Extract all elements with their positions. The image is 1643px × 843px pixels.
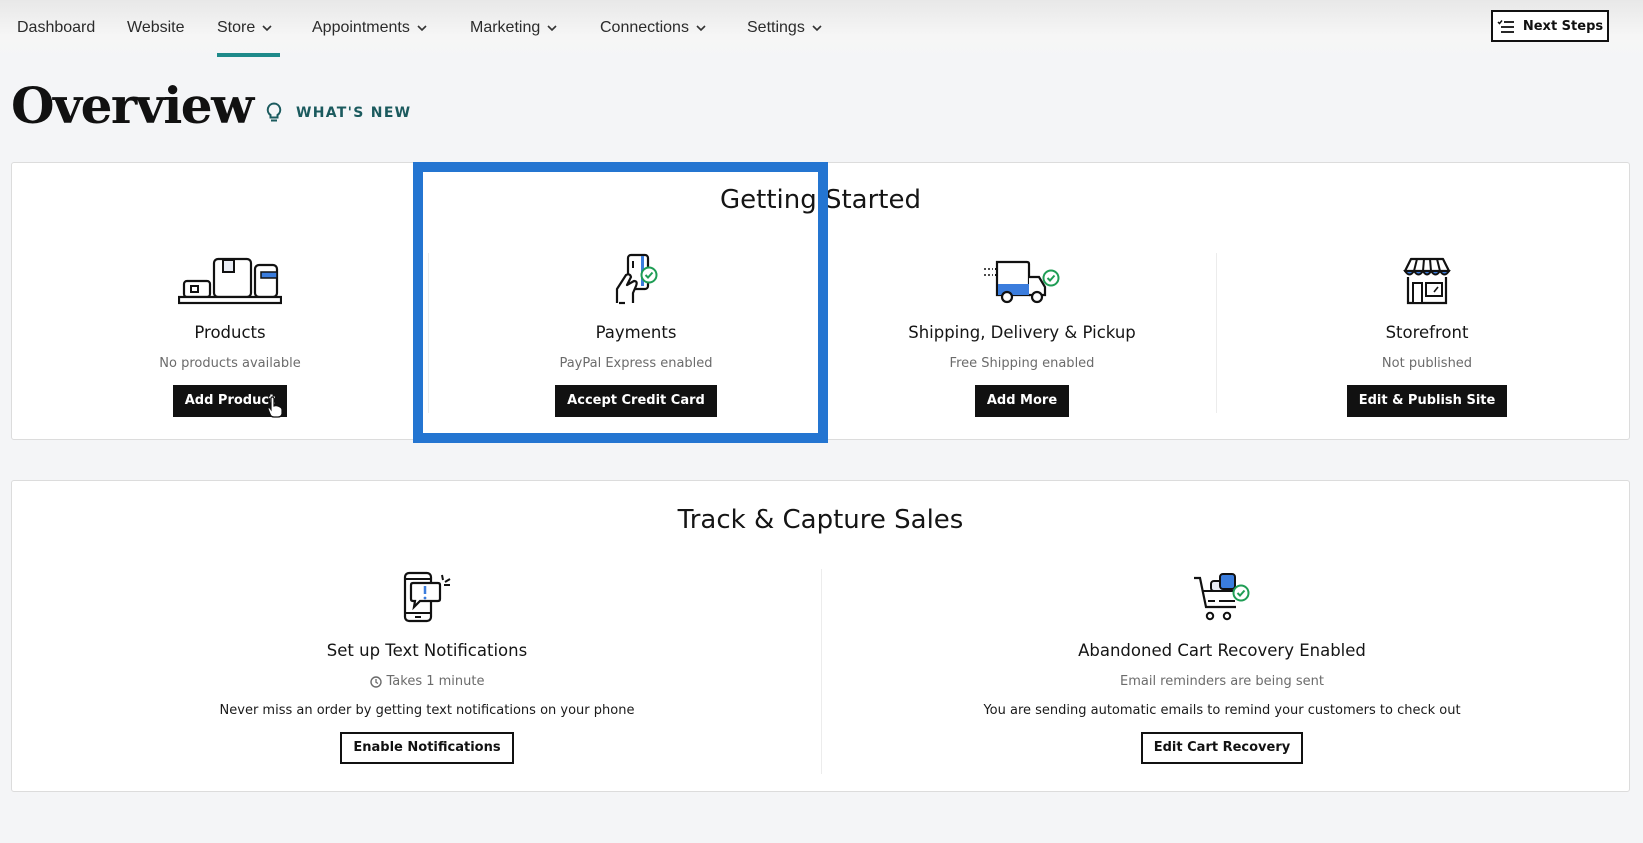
add-more-button[interactable]: Add More <box>974 385 1070 417</box>
hand-cursor-icon <box>267 396 283 418</box>
shipping-truck-icon <box>984 260 1060 304</box>
track-capture-title: Track & Capture Sales <box>677 505 964 535</box>
shipping-column: Shipping, Delivery & Pickup Free Shippin… <box>822 249 1222 417</box>
chevron-down-icon <box>812 25 822 32</box>
getting-started-card: Getting Started Products No products ava… <box>11 162 1630 440</box>
active-tab-indicator <box>217 53 280 57</box>
chevron-down-icon <box>417 25 427 32</box>
chevron-down-icon <box>547 25 557 32</box>
storefront-column: Storefront Not published Edit & Publish … <box>1227 249 1627 417</box>
clock-icon <box>369 675 382 688</box>
storefront-status: Not published <box>1381 356 1473 371</box>
text-notifications-title: Set up Text Notifications <box>326 641 528 660</box>
cart-check-icon <box>1194 573 1250 621</box>
nav-label: Settings <box>747 19 805 36</box>
edit-publish-site-button[interactable]: Edit & Publish Site <box>1346 385 1508 417</box>
shipping-status: Free Shipping enabled <box>949 356 1095 371</box>
nav-label: Appointments <box>312 19 410 36</box>
nav-item-connections[interactable]: Connections <box>600 17 707 39</box>
storefront-title: Storefront <box>1385 323 1469 342</box>
nav-item-marketing[interactable]: Marketing <box>470 17 558 39</box>
cart-recovery-status: Email reminders are being sent <box>1119 674 1325 689</box>
payments-icon <box>615 253 658 305</box>
next-steps-button[interactable]: Next Steps <box>1491 10 1609 42</box>
cart-recovery-description: You are sending automatic emails to remi… <box>983 703 1461 718</box>
next-steps-label: Next Steps <box>1522 18 1604 34</box>
text-notifications-description: Never miss an order by getting text noti… <box>219 703 635 718</box>
nav-label: Marketing <box>470 19 541 36</box>
cart-recovery-column: Abandoned Cart Recovery Enabled Email re… <box>822 567 1622 764</box>
phone-notification-icon <box>403 571 451 623</box>
lightbulb-icon <box>266 102 282 122</box>
nav-label: Dashboard <box>17 19 96 36</box>
nav-label: Website <box>127 19 185 36</box>
text-notifications-column: Set up Text Notifications Takes 1 minute… <box>12 567 842 764</box>
cart-recovery-title: Abandoned Cart Recovery Enabled <box>1078 641 1366 660</box>
nav-item-store[interactable]: Store <box>217 17 273 39</box>
nav-label: Connections <box>600 19 689 36</box>
text-notifications-status: Takes 1 minute <box>12 674 842 689</box>
products-title: Products <box>194 323 266 342</box>
products-column: Products No products available Add Produ… <box>12 249 448 417</box>
payments-title: Payments <box>595 323 677 342</box>
chevron-down-icon <box>262 25 272 32</box>
nav-label: Store <box>217 19 256 36</box>
payments-column: Payments PayPal Express enabled Accept C… <box>427 249 845 417</box>
nav-item-website[interactable]: Website <box>127 17 185 39</box>
enable-notifications-button[interactable]: Enable Notifications <box>340 732 514 764</box>
nav-item-settings[interactable]: Settings <box>747 17 823 39</box>
status-text: Takes 1 minute <box>386 674 485 689</box>
chevron-down-icon <box>696 25 706 32</box>
shipping-title: Shipping, Delivery & Pickup <box>908 323 1136 342</box>
products-icon <box>178 257 282 305</box>
edit-cart-recovery-button[interactable]: Edit Cart Recovery <box>1140 732 1304 764</box>
products-status: No products available <box>159 356 301 371</box>
nav-item-dashboard[interactable]: Dashboard <box>17 17 95 39</box>
track-capture-card: Track & Capture Sales Set up Text Notifi… <box>11 480 1630 792</box>
getting-started-title: Getting Started <box>719 185 922 215</box>
whats-new-label: WHAT'S NEW <box>296 105 412 121</box>
storefront-icon <box>1403 257 1451 305</box>
whats-new-link[interactable]: WHAT'S NEW <box>266 102 411 124</box>
checklist-icon <box>1497 20 1514 33</box>
top-navigation: Dashboard Website Store Appointments Mar… <box>0 0 1643 60</box>
page-title: Overview <box>11 76 254 135</box>
payments-status: PayPal Express enabled <box>559 356 713 371</box>
accept-credit-card-button[interactable]: Accept Credit Card <box>555 385 717 417</box>
nav-item-appointments[interactable]: Appointments <box>312 17 428 39</box>
